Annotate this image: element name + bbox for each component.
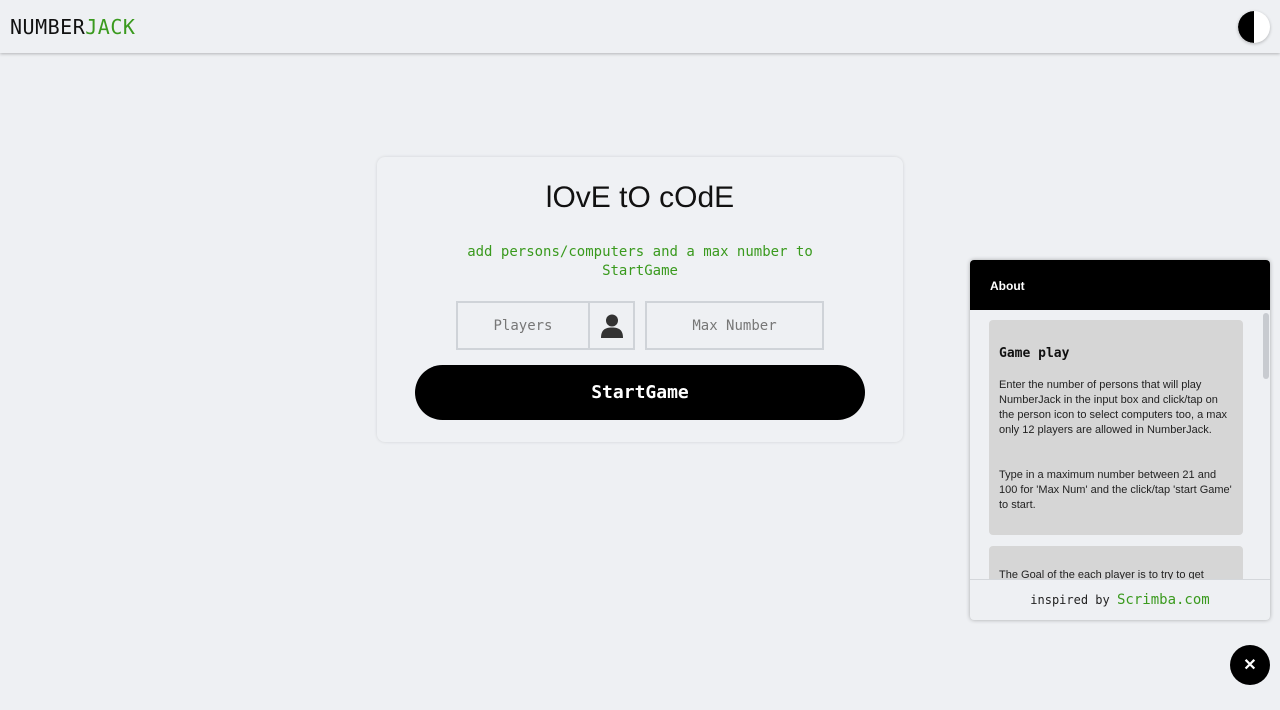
panel-text: Enter the number of persons that will pl… [999, 379, 1228, 436]
theme-toggle-button[interactable] [1238, 11, 1270, 43]
top-bar: NUMBERJACK [0, 0, 1280, 53]
game-setup-card: lOvE tO cOdE add persons/computers and a… [377, 157, 903, 442]
close-icon[interactable]: ✕ [1230, 645, 1270, 685]
card-title: lOvE tO cOdE [545, 181, 735, 214]
scrollbar[interactable] [1263, 313, 1269, 379]
person-icon [600, 314, 623, 338]
game-play-panel: Game play Enter the number of persons th… [989, 320, 1243, 535]
person-icon-button[interactable] [588, 301, 635, 350]
logo-part-1: NUMBER [10, 15, 86, 39]
panel-title: Game play [999, 346, 1070, 361]
footer-text: inspired by [1030, 593, 1110, 607]
scrimba-link[interactable]: Scrimba.com [1117, 592, 1210, 608]
card-subtitle: add persons/computers and a max number t… [467, 244, 813, 279]
about-footer: inspired by Scrimba.com [970, 579, 1270, 620]
start-game-button[interactable]: StartGame [415, 365, 865, 420]
logo-part-2: JACK [85, 15, 136, 39]
panel-text: The Goal of the each player is to try to… [999, 569, 1204, 579]
about-panel: About Game play Enter the number of pers… [970, 260, 1270, 620]
about-header: About [970, 260, 1270, 310]
goal-panel: The Goal of the each player is to try to… [989, 546, 1243, 579]
max-number-input[interactable] [645, 301, 824, 350]
about-title: About [990, 279, 1025, 293]
logo[interactable]: NUMBERJACK [10, 15, 135, 39]
panel-text: Type in a maximum number between 21 and … [999, 469, 1232, 511]
half-moon-icon [1238, 11, 1254, 43]
players-input[interactable] [456, 301, 590, 350]
about-body[interactable]: Game play Enter the number of persons th… [970, 310, 1270, 579]
